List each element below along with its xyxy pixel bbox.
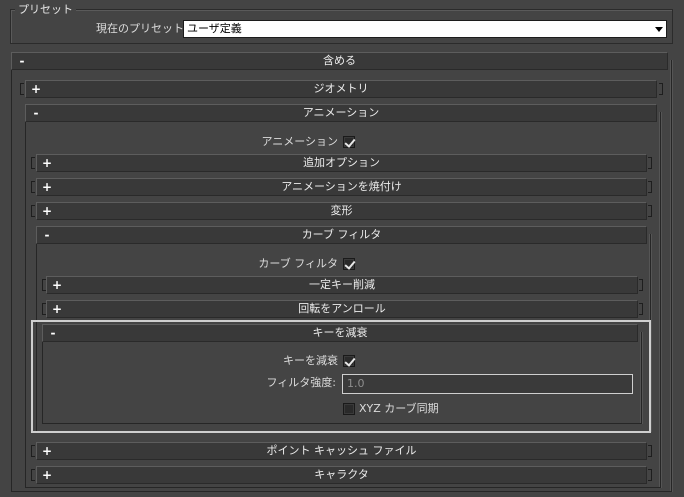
constant-key-reducer-rollout-header[interactable]: + 一定キー削減 xyxy=(46,276,638,294)
point-cache-rollout-header[interactable]: + ポイント キャッシュ ファイル xyxy=(36,442,647,460)
unroll-rotation-rollout-label: 回転をアンロール xyxy=(298,302,386,315)
include-rollout-label: 含める xyxy=(323,54,356,67)
bracket-left xyxy=(31,469,35,481)
bracket-right xyxy=(639,279,643,291)
curve-filter-rollout-label: カーブ フィルタ xyxy=(301,228,382,241)
animation-checkbox-label: アニメーション xyxy=(261,135,338,148)
bracket-right xyxy=(648,445,652,457)
bracket-right xyxy=(659,83,663,95)
deform-rollout-header[interactable]: + 変形 xyxy=(36,202,647,220)
unroll-rotation-rollout-header[interactable]: + 回転をアンロール xyxy=(46,300,638,318)
bracket-right xyxy=(639,303,643,315)
bracket-right xyxy=(648,181,652,193)
geometry-rollout-label: ジオメトリ xyxy=(313,82,369,95)
character-rollout-label: キャラクタ xyxy=(314,468,369,481)
deform-rollout-label: 変形 xyxy=(330,204,353,217)
bracket-left xyxy=(31,181,35,193)
current-preset-dropdown[interactable]: ユーザ定義 xyxy=(183,20,667,38)
curve-filter-checkbox[interactable] xyxy=(343,258,355,270)
animation-rollout-label: アニメーション xyxy=(302,106,380,119)
xyz-sync-checkbox[interactable] xyxy=(343,403,355,415)
animation-checkbox[interactable] xyxy=(343,136,355,148)
constant-key-reducer-rollout-label: 一定キー削減 xyxy=(309,278,375,291)
bracket-right xyxy=(648,469,652,481)
key-reducer-checkbox-label: キーを減衰 xyxy=(283,354,338,367)
key-reducer-checkbox[interactable] xyxy=(343,355,355,367)
key-reducer-rollout-label: キーを減衰 xyxy=(312,326,368,339)
bake-animation-rollout-header[interactable]: + アニメーションを焼付け xyxy=(36,178,647,196)
geometry-rollout-header[interactable]: + ジオメトリ xyxy=(25,80,657,98)
point-cache-rollout-label: ポイント キャッシュ ファイル xyxy=(266,444,417,457)
extra-options-rollout-label: 追加オプション xyxy=(303,156,380,169)
character-rollout-header[interactable]: + キャラクタ xyxy=(36,466,647,484)
key-reducer-rollout-header[interactable]: - キーを減衰 xyxy=(42,324,638,342)
bracket-left xyxy=(31,445,35,457)
current-preset-label: 現在のプリセット: xyxy=(96,22,188,35)
animation-rollout-header[interactable]: - アニメーション xyxy=(25,104,657,122)
bracket-left xyxy=(20,83,24,95)
chevron-down-icon[interactable] xyxy=(655,27,663,32)
bracket-left xyxy=(31,157,35,169)
curve-filter-checkbox-label: カーブ フィルタ xyxy=(258,257,338,270)
curve-filter-rollout-header[interactable]: - カーブ フィルタ xyxy=(36,226,647,244)
include-rollout-header[interactable]: - 含める xyxy=(11,52,668,70)
bracket-right xyxy=(648,205,652,217)
current-preset-value: ユーザ定義 xyxy=(187,22,242,35)
bracket-right xyxy=(648,157,652,169)
xyz-sync-label: XYZ カーブ同期 xyxy=(359,402,439,415)
filter-strength-label: フィルタ強度: xyxy=(266,376,337,389)
preset-group-title: プリセット xyxy=(15,3,76,16)
filter-strength-input[interactable]: 1.0 xyxy=(342,374,633,394)
bake-animation-rollout-label: アニメーションを焼付け xyxy=(281,180,402,193)
extra-options-rollout-header[interactable]: + 追加オプション xyxy=(36,154,647,172)
bracket-left xyxy=(31,205,35,217)
